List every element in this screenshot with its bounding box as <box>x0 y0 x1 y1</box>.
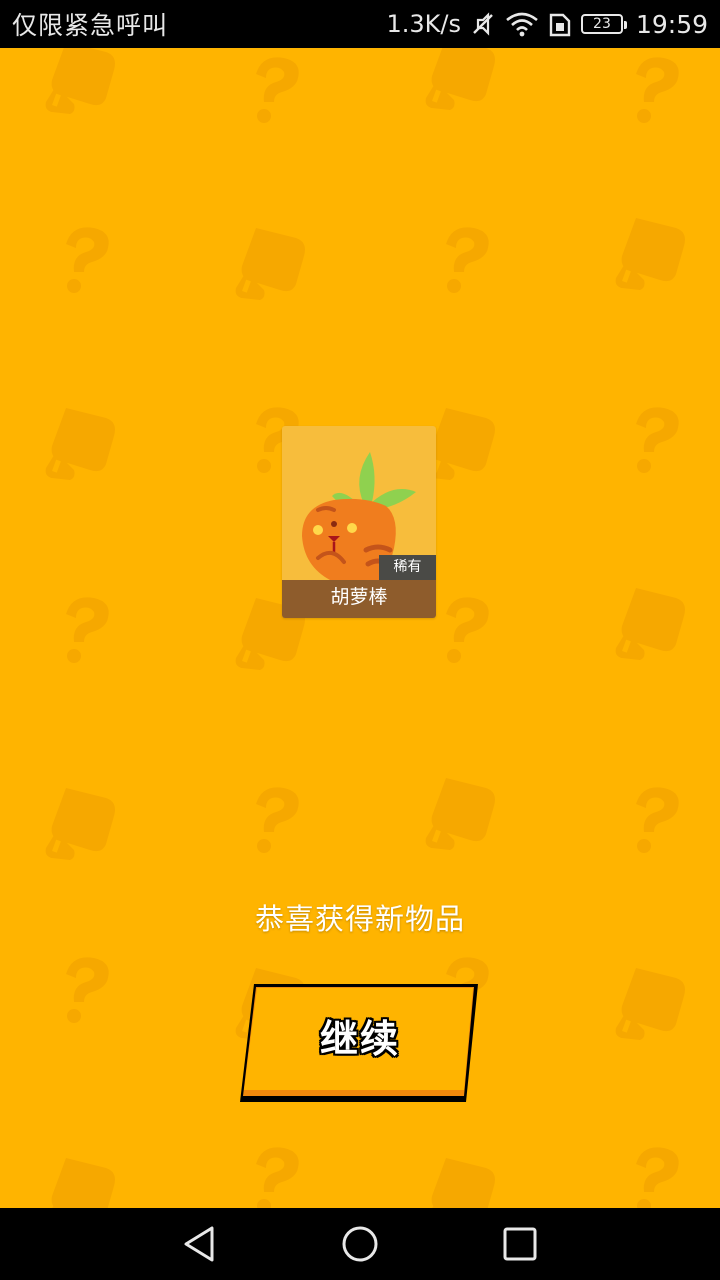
network-speed: 1.3K/s <box>386 10 461 38</box>
carrier-label: 仅限紧急呼叫 <box>12 11 169 40</box>
battery-level: 23 <box>593 16 611 32</box>
home-icon[interactable] <box>338 1222 382 1266</box>
item-card: 稀有 胡萝棒 <box>282 426 436 618</box>
clock: 19:59 <box>635 9 708 39</box>
item-name: 胡萝棒 <box>282 580 436 618</box>
wifi-icon <box>506 12 538 37</box>
rarity-badge: 稀有 <box>379 555 436 580</box>
continue-label: 继续 <box>319 1017 400 1061</box>
navigation-bar <box>0 1208 720 1280</box>
congrats-message: 恭喜获得新物品 <box>254 902 465 936</box>
reward-screen: 稀有 胡萝棒 恭喜获得新物品 继续 <box>0 48 720 1208</box>
battery-icon: 23 <box>580 14 627 34</box>
status-bar: 仅限紧急呼叫 1.3K/s 23 19:59 <box>0 0 720 48</box>
sim-icon <box>549 13 571 37</box>
status-icons: 1.3K/s 23 19:59 <box>386 10 708 39</box>
screen: 仅限紧急呼叫 1.3K/s 23 19:59 稀有 胡萝棒 恭喜获得新物品 继续 <box>0 0 720 1280</box>
continue-button[interactable]: 继续 <box>236 978 484 1108</box>
mute-icon <box>473 12 493 36</box>
back-icon[interactable] <box>178 1222 222 1266</box>
recent-apps-icon[interactable] <box>498 1222 542 1266</box>
